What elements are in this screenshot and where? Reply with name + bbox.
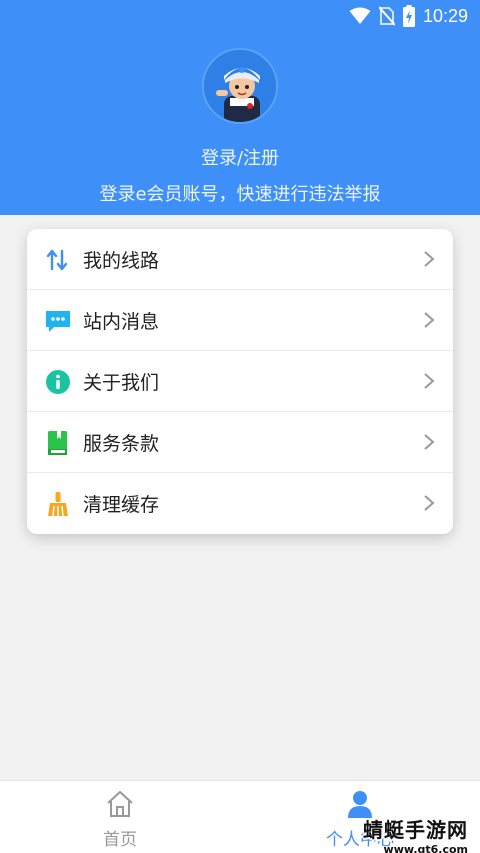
tab-label: 首页 bbox=[103, 830, 137, 850]
home-icon bbox=[107, 791, 133, 817]
menu-item-my-routes[interactable]: 我的线路 bbox=[27, 229, 453, 290]
tab-profile[interactable]: 个人中心 bbox=[240, 781, 480, 853]
wifi-icon bbox=[349, 7, 371, 24]
menu-item-about-us[interactable]: 关于我们 bbox=[27, 351, 453, 412]
police-mascot-avatar-icon bbox=[204, 50, 276, 122]
info-icon bbox=[46, 370, 70, 394]
login-subtitle: 登录e会员账号，快速进行违法举报 bbox=[99, 184, 381, 205]
tab-label: 个人中心 bbox=[326, 830, 394, 850]
chevron-right-icon bbox=[424, 495, 435, 511]
avatar[interactable] bbox=[202, 48, 278, 124]
menu-item-clear-cache[interactable]: 清理缓存 bbox=[27, 473, 453, 534]
profile-header: 10:29 登录/注册 登录e会员账号，快速进行违法举报 bbox=[0, 0, 480, 215]
menu-item-label: 清理缓存 bbox=[83, 494, 160, 516]
menu-item-label: 站内消息 bbox=[83, 310, 160, 333]
chevron-right-icon bbox=[424, 373, 435, 389]
message-icon bbox=[46, 311, 70, 332]
bottom-tab-bar: 首页 个人中心 bbox=[0, 780, 480, 853]
battery-charging-icon bbox=[402, 5, 415, 27]
menu-item-label: 我的线路 bbox=[83, 249, 160, 272]
chevron-right-icon bbox=[424, 434, 435, 450]
login-register-link[interactable]: 登录/注册 bbox=[0, 144, 480, 170]
route-arrows-icon bbox=[46, 249, 68, 271]
tab-home[interactable]: 首页 bbox=[0, 781, 240, 853]
person-icon bbox=[348, 791, 372, 818]
status-time: 10:29 bbox=[422, 5, 468, 26]
menu-item-label: 服务条款 bbox=[83, 432, 160, 455]
chevron-right-icon bbox=[424, 251, 435, 267]
status-bar: 10:29 bbox=[0, 0, 480, 34]
menu-item-messages[interactable]: 站内消息 bbox=[27, 290, 453, 351]
menu-card: 我的线路 站内消息 关于我们 服务条款 清理缓存 bbox=[27, 229, 453, 534]
chevron-right-icon bbox=[424, 312, 435, 328]
no-sim-icon bbox=[378, 6, 395, 26]
book-icon bbox=[48, 431, 67, 455]
broom-icon bbox=[48, 492, 68, 517]
menu-item-label: 关于我们 bbox=[83, 371, 160, 394]
menu-item-terms[interactable]: 服务条款 bbox=[27, 412, 453, 473]
